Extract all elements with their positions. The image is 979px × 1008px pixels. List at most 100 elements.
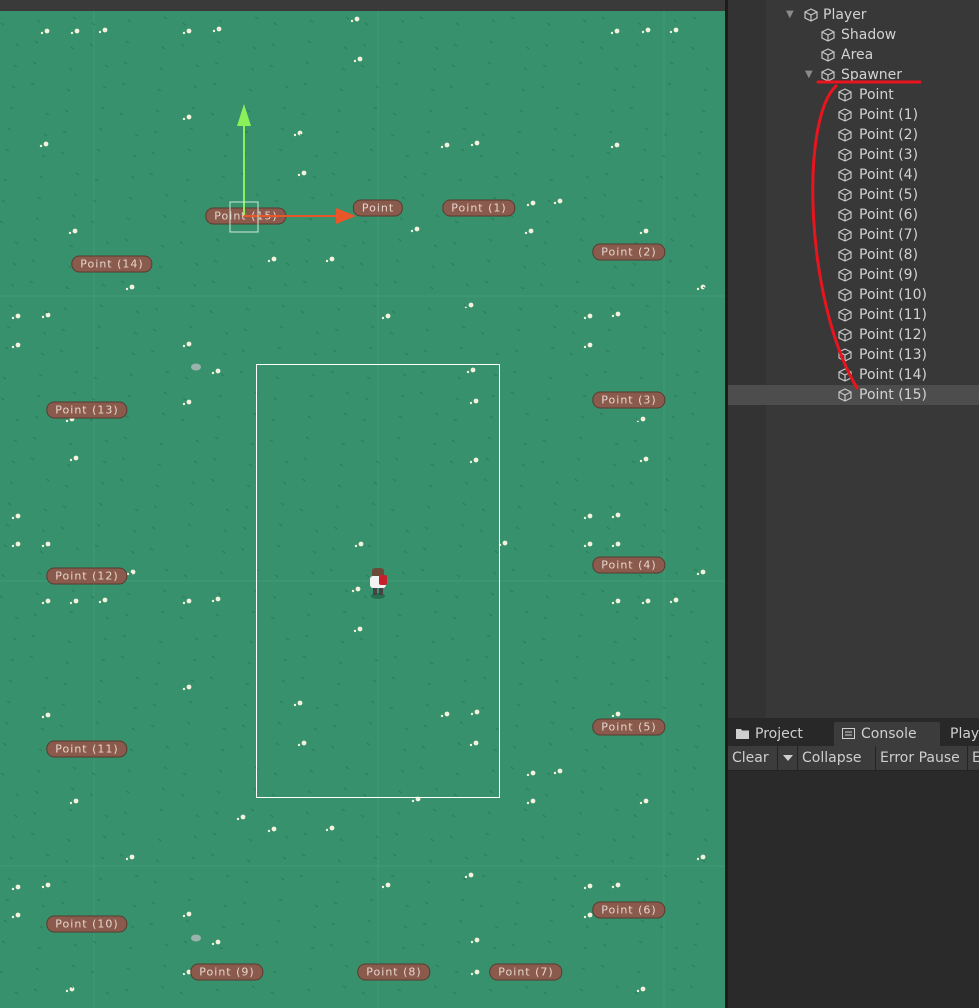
hierarchy-item-point-15[interactable]: Point (15)	[728, 385, 979, 405]
point-label-12[interactable]: Point (12)	[46, 567, 128, 585]
hierarchy-item-label: Point (7)	[859, 227, 919, 243]
gameobject-cube-icon	[838, 88, 852, 102]
hierarchy-item-point[interactable]: Point	[728, 85, 979, 105]
hierarchy-item-label: Point (5)	[859, 187, 919, 203]
hierarchy-item-point-11[interactable]: Point (11)	[728, 305, 979, 325]
player-sprite[interactable]	[365, 566, 391, 600]
gameobject-cube-icon	[838, 128, 852, 142]
gameobject-cube-icon	[838, 168, 852, 182]
foldout-expanded-icon[interactable]: ▼	[805, 65, 815, 85]
hierarchy-item-point-4[interactable]: Point (4)	[728, 165, 979, 185]
scene-view[interactable]: Point (15) Point Point (1) Point (2) Poi…	[0, 0, 725, 1008]
collapse-button-label: Collapse	[802, 750, 862, 766]
gameobject-cube-icon	[838, 268, 852, 282]
hierarchy-item-label: Point	[859, 87, 894, 103]
gameobject-cube-icon	[838, 288, 852, 302]
tab-project-label: Project	[755, 726, 803, 742]
point-label-10[interactable]: Point (10)	[46, 915, 128, 933]
hierarchy-item-label: Point (10)	[859, 287, 927, 303]
hierarchy-item-label: Point (2)	[859, 127, 919, 143]
hierarchy-item-label: Point (15)	[859, 387, 927, 403]
clear-options-dropdown[interactable]	[778, 746, 798, 770]
hierarchy-item-area[interactable]: Area	[728, 45, 979, 65]
gameobject-cube-icon	[838, 348, 852, 362]
hierarchy-item-label: Shadow	[841, 27, 897, 43]
tab-console[interactable]: Console	[834, 722, 940, 746]
hierarchy-item-label: Point (8)	[859, 247, 919, 263]
move-gizmo[interactable]	[226, 100, 366, 236]
point-label-13[interactable]: Point (13)	[46, 401, 128, 419]
hierarchy-item-label: Point (11)	[859, 307, 927, 323]
hierarchy-item-point-7[interactable]: Point (7)	[728, 225, 979, 245]
hierarchy-item-player[interactable]: ▼ Player	[728, 5, 979, 25]
gameobject-cube-icon	[838, 188, 852, 202]
tab-play[interactable]: Play	[944, 722, 979, 746]
gameobject-cube-icon	[838, 248, 852, 262]
hierarchy-item-point-13[interactable]: Point (13)	[728, 345, 979, 365]
hierarchy-item-label: Point (13)	[859, 347, 927, 363]
hierarchy-item-point-6[interactable]: Point (6)	[728, 205, 979, 225]
gameobject-cube-icon	[838, 388, 852, 402]
folder-icon	[736, 729, 749, 739]
hierarchy-item-point-1[interactable]: Point (1)	[728, 105, 979, 125]
point-label-11[interactable]: Point (11)	[46, 740, 128, 758]
point-label-2[interactable]: Point (2)	[592, 243, 666, 261]
hierarchy-item-label: Spawner	[841, 67, 903, 83]
hierarchy-item-spawner[interactable]: ▼ Spawner	[728, 65, 979, 85]
error-pause-button-label: Error Pause	[880, 750, 960, 766]
gameobject-cube-icon	[821, 28, 835, 42]
point-label-3[interactable]: Point (3)	[592, 391, 666, 409]
hierarchy-item-label: Area	[841, 47, 874, 63]
point-label-9[interactable]: Point (9)	[190, 963, 264, 981]
point-label-7[interactable]: Point (7)	[489, 963, 563, 981]
hierarchy-item-point-10[interactable]: Point (10)	[728, 285, 979, 305]
point-label-14[interactable]: Point (14)	[71, 255, 153, 273]
rock-icon	[191, 363, 201, 371]
tab-play-label: Play	[950, 726, 979, 742]
hierarchy-item-point-5[interactable]: Point (5)	[728, 185, 979, 205]
point-label-4[interactable]: Point (4)	[592, 556, 666, 574]
console-toolbar: Clear Collapse Error Pause E	[728, 746, 979, 771]
console-log-area[interactable]	[728, 771, 979, 1008]
hierarchy-item-label: Point (12)	[859, 327, 927, 343]
hierarchy-panel[interactable]: ▼ Player Shadow Area ▼ Spawner Point Poin…	[728, 0, 979, 718]
collapse-button[interactable]: Collapse	[798, 746, 876, 770]
point-label-1[interactable]: Point (1)	[442, 199, 516, 217]
foldout-expanded-icon[interactable]: ▼	[786, 5, 796, 25]
editor-button[interactable]: E	[968, 746, 979, 770]
hierarchy-item-label: Point (4)	[859, 167, 919, 183]
clear-button[interactable]: Clear	[728, 746, 778, 770]
hierarchy-item-point-9[interactable]: Point (9)	[728, 265, 979, 285]
point-label-5[interactable]: Point (5)	[592, 718, 666, 736]
gameobject-cube-icon	[838, 108, 852, 122]
hierarchy-item-point-3[interactable]: Point (3)	[728, 145, 979, 165]
hierarchy-item-label: Point (9)	[859, 267, 919, 283]
scene-view-toolbar	[0, 0, 725, 11]
hierarchy-item-point-8[interactable]: Point (8)	[728, 245, 979, 265]
hierarchy-item-shadow[interactable]: Shadow	[728, 25, 979, 45]
dropdown-arrow-icon	[782, 754, 793, 761]
gameobject-cube-icon	[821, 68, 835, 82]
tab-project[interactable]: Project	[728, 722, 832, 746]
rock-icon	[191, 934, 201, 942]
hierarchy-item-point-2[interactable]: Point (2)	[728, 125, 979, 145]
hierarchy-item-label: Point (1)	[859, 107, 919, 123]
y-axis-arrow-icon	[237, 104, 251, 126]
hierarchy-item-label: Player	[823, 7, 867, 23]
gameobject-cube-icon	[838, 148, 852, 162]
gameobject-cube-icon	[838, 328, 852, 342]
gameobject-cube-icon	[804, 8, 818, 22]
console-panel[interactable]: Project Console Play Clear Collapse Erro…	[728, 718, 979, 1008]
hierarchy-item-label: Point (14)	[859, 367, 927, 383]
hierarchy-item-point-14[interactable]: Point (14)	[728, 365, 979, 385]
gameobject-cube-icon	[821, 48, 835, 62]
console-icon	[842, 728, 855, 739]
point-label-6[interactable]: Point (6)	[592, 901, 666, 919]
error-pause-button[interactable]: Error Pause	[876, 746, 968, 770]
point-label-8[interactable]: Point (8)	[357, 963, 431, 981]
gameobject-cube-icon	[838, 208, 852, 222]
tab-console-label: Console	[861, 726, 917, 742]
hierarchy-item-label: Point (6)	[859, 207, 919, 223]
hierarchy-item-point-12[interactable]: Point (12)	[728, 325, 979, 345]
gameobject-cube-icon	[838, 308, 852, 322]
